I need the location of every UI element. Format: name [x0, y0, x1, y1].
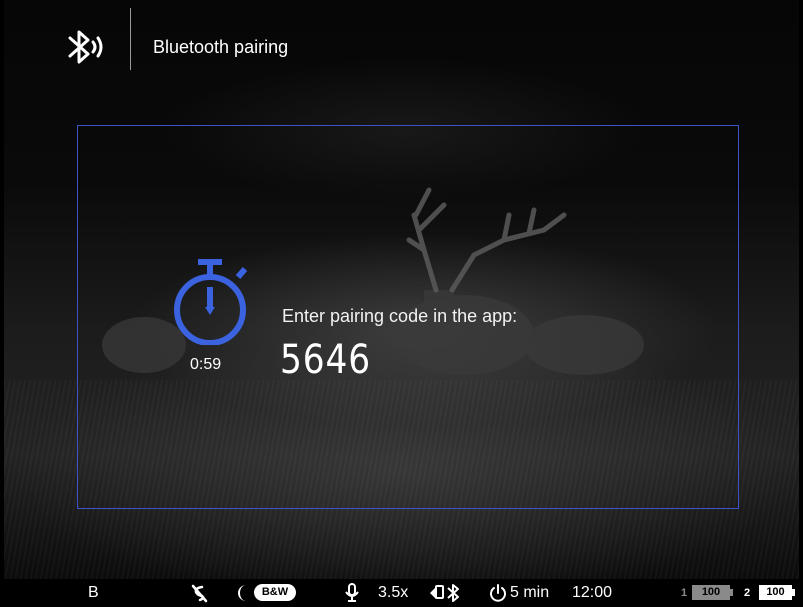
battery1-index: 1: [681, 587, 688, 599]
mode-indicator: B: [88, 584, 99, 601]
stadiametric-off-icon: [191, 584, 208, 603]
microphone-icon: [345, 583, 359, 602]
zoom-level: 3.5x: [378, 584, 409, 601]
bluetooth-icon: [447, 584, 459, 602]
bluetooth-pairing-icon: [68, 30, 103, 64]
auto-off-time: 5 min: [510, 584, 550, 601]
night-mode-icon: [238, 585, 246, 601]
pairing-prompt: Enter pairing code in the app:: [282, 306, 518, 326]
battery2-terminal: [792, 589, 795, 596]
auto-off-power-icon: [490, 584, 506, 602]
stopwatch-icon: [174, 259, 248, 345]
page-title: Bluetooth pairing: [153, 37, 289, 57]
battery1-level: 100: [692, 585, 730, 600]
status-bar: B B&W 3.5x 5 min 12:00 1 100 2 100: [4, 579, 799, 607]
color-mode-badge: B&W: [254, 584, 296, 601]
pairing-code: 5646: [280, 337, 371, 383]
battery2-level: 100: [759, 585, 792, 600]
battery2-index: 2: [744, 587, 751, 599]
clock: 12:00: [572, 584, 613, 601]
header-divider: [130, 8, 131, 70]
wifi-device-icon: [430, 585, 444, 599]
top-bar: Bluetooth pairing: [4, 0, 799, 80]
device-screen: Bluetooth pairing 0:59 Enter pairing cod…: [4, 0, 799, 607]
countdown-timer: 0:59: [190, 356, 222, 373]
battery1-terminal: [730, 589, 733, 596]
